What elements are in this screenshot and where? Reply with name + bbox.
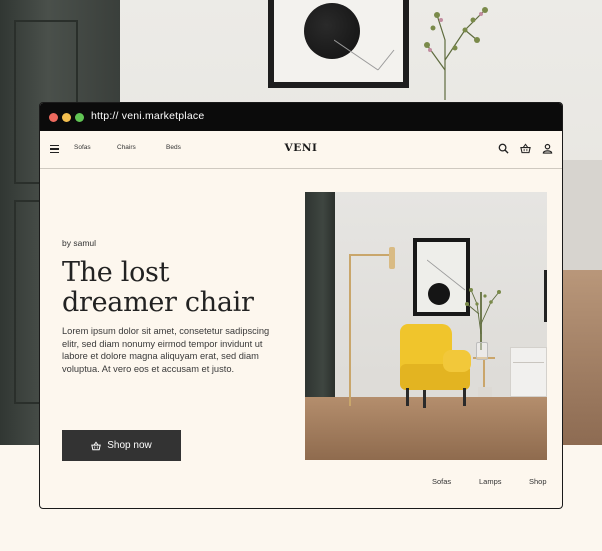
background-plant xyxy=(424,7,488,100)
hero-title-line-1: The lost xyxy=(62,257,170,288)
search-icon[interactable] xyxy=(498,143,509,154)
site-navbar: Sofas Chairs Beds VENI xyxy=(40,131,562,169)
browser-window: http:// veni.marketplace Sofas Chairs Be… xyxy=(39,102,563,509)
minimize-window-button[interactable] xyxy=(62,113,71,122)
hero-title-line-2: dreamer chair xyxy=(62,287,254,318)
background-art-frame xyxy=(268,0,409,88)
basket-icon[interactable] xyxy=(520,143,531,154)
footer-link-shop[interactable]: Shop xyxy=(529,477,547,486)
maximize-window-button[interactable] xyxy=(75,113,84,122)
browser-titlebar: http:// veni.marketplace xyxy=(40,103,562,131)
hero-product-image xyxy=(305,192,547,460)
basket-icon xyxy=(91,440,102,450)
user-icon[interactable] xyxy=(542,143,553,154)
brand-logo[interactable]: VENI xyxy=(40,142,562,154)
shop-now-button[interactable]: Shop now xyxy=(62,430,181,461)
footer-link-lamps[interactable]: Lamps xyxy=(479,477,502,486)
hero-description: Lorem ipsum dolor sit amet, consetetur s… xyxy=(62,326,270,374)
image-scrollbar[interactable] xyxy=(544,270,547,322)
shop-now-label: Shop now xyxy=(107,440,152,451)
author-byline: by samul xyxy=(62,238,97,248)
background-shelf xyxy=(560,160,602,270)
footer-link-sofas[interactable]: Sofas xyxy=(432,477,451,486)
hero-title: The lost dreamer chair xyxy=(62,258,292,318)
address-bar-url[interactable]: http:// veni.marketplace xyxy=(91,110,204,122)
close-window-button[interactable] xyxy=(49,113,58,122)
